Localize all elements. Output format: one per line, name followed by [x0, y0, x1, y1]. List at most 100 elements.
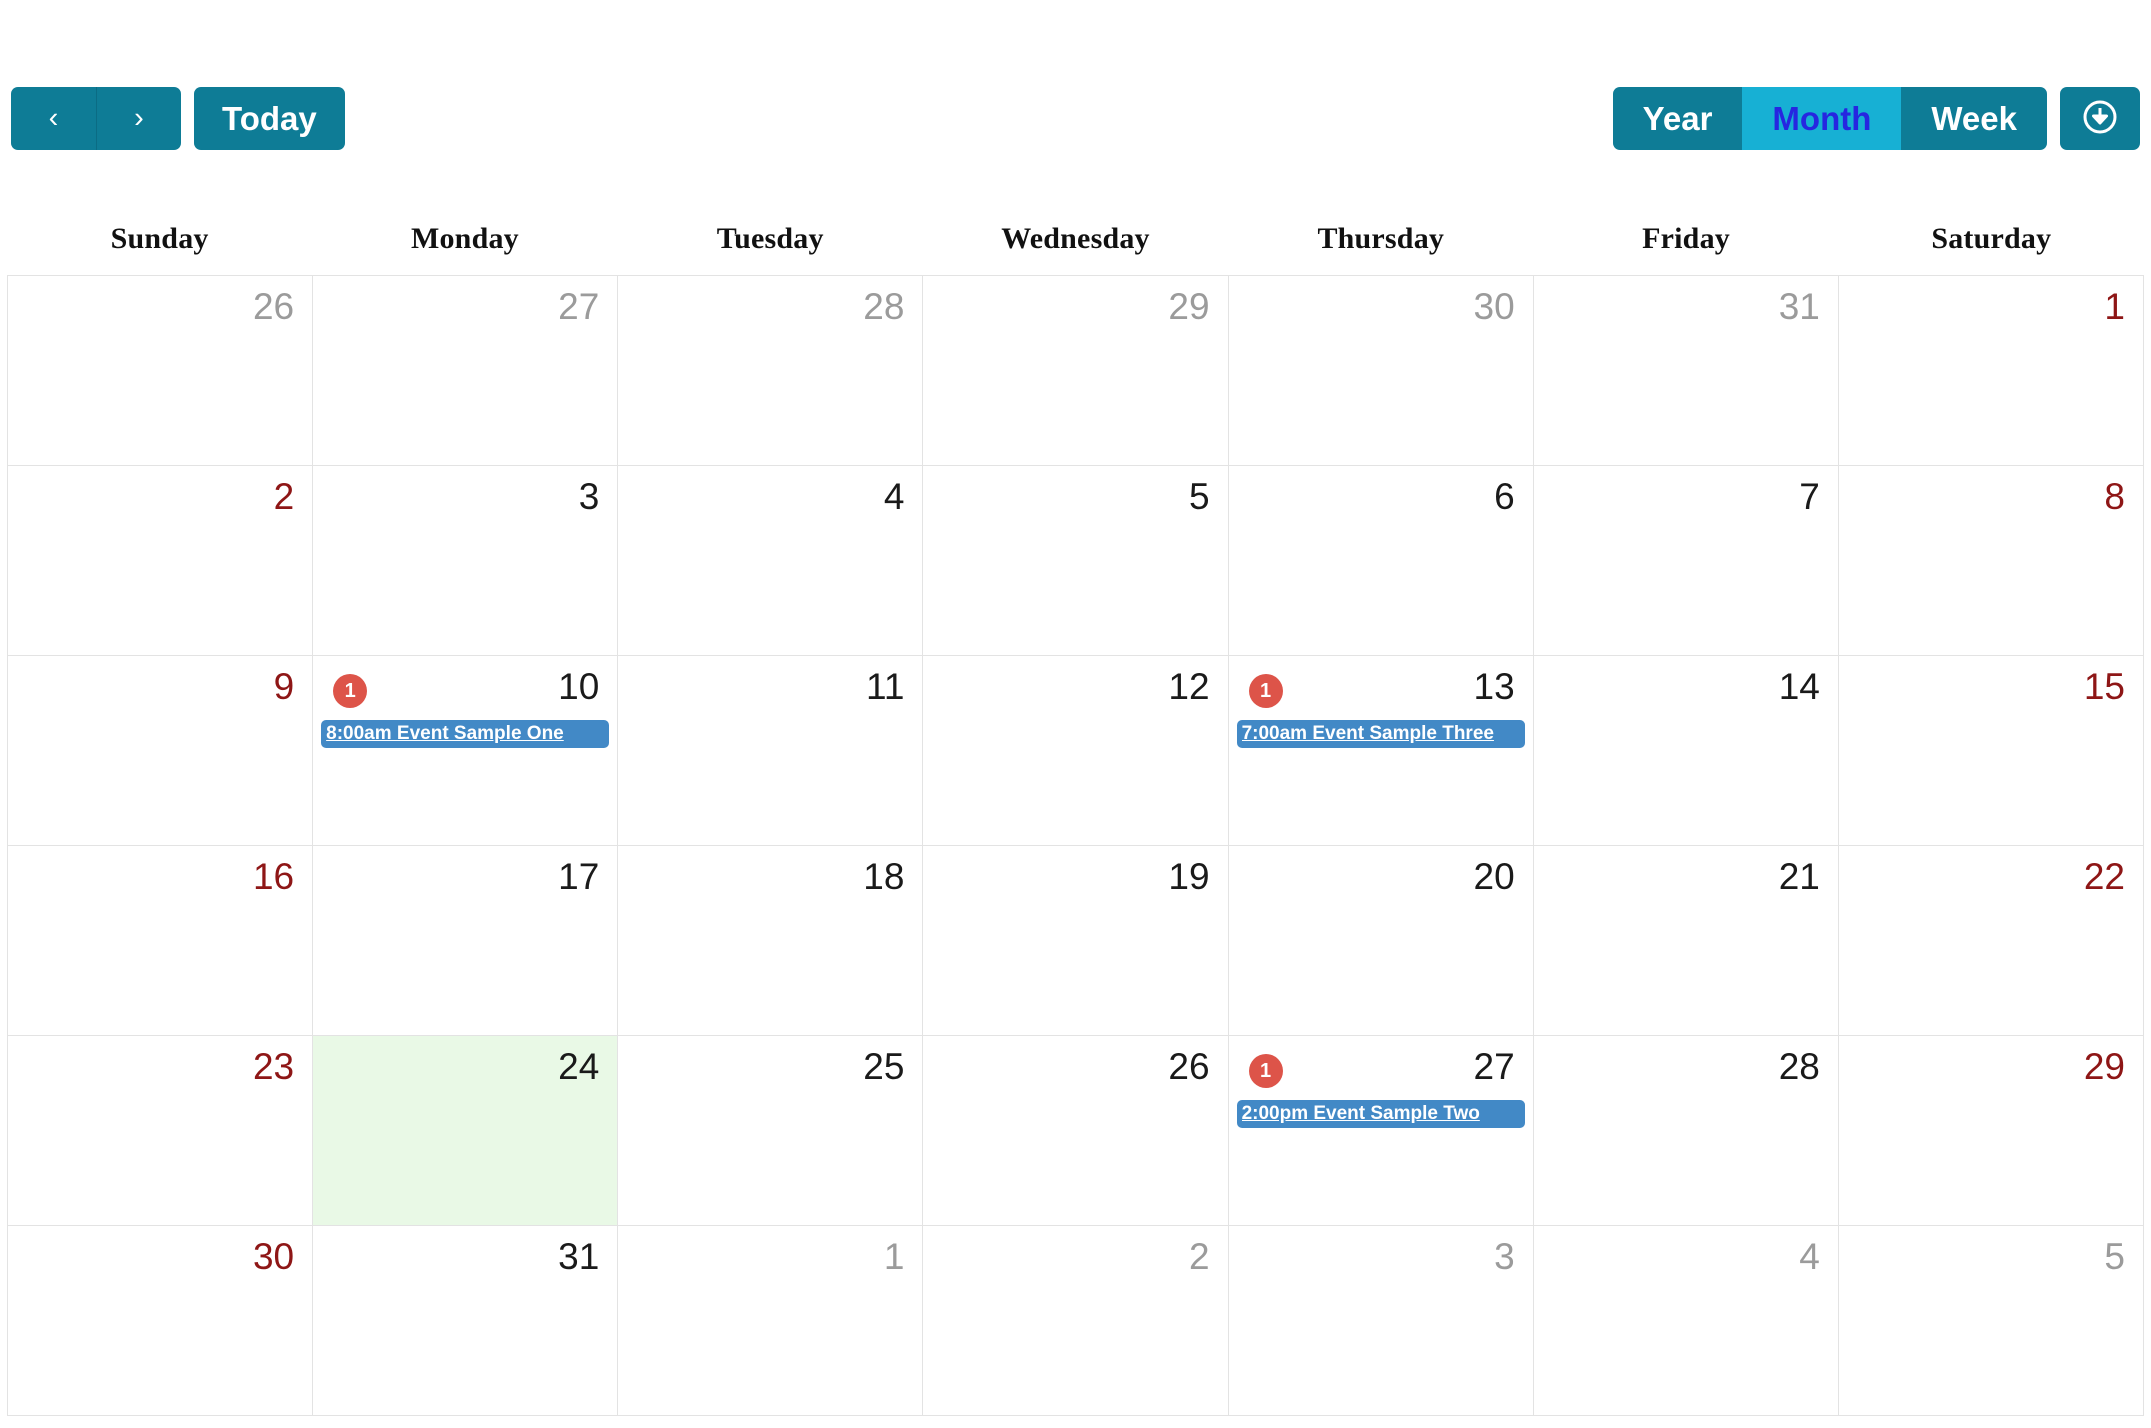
day-number: 12: [1168, 666, 1210, 707]
calendar-day-cell[interactable]: 21: [1533, 846, 1839, 1036]
calendar-day-cell[interactable]: 17: [313, 846, 619, 1036]
calendar-week-row: 9 1 10 8:00am Event Sample One 11 12 1 13 7:00am…: [8, 656, 2144, 846]
nav-button-group: ‹ ›: [11, 87, 181, 150]
calendar-day-cell[interactable]: 5: [1838, 1226, 2144, 1416]
calendar-day-cell[interactable]: 25: [618, 1036, 924, 1226]
calendar-event-label: 8:00am Event Sample One: [326, 723, 564, 744]
calendar-day-cell[interactable]: 26: [8, 276, 314, 466]
calendar-day-cell[interactable]: 3: [1228, 1226, 1534, 1416]
event-count-badge[interactable]: 1: [333, 674, 368, 708]
calendar-event-label: 2:00pm Event Sample Two: [1241, 1103, 1480, 1124]
event-count-badge[interactable]: 1: [1248, 674, 1283, 708]
download-button[interactable]: [2060, 87, 2140, 150]
calendar-day-cell[interactable]: 1 10 8:00am Event Sample One: [313, 656, 619, 846]
day-header-tuesday: Tuesday: [716, 222, 824, 255]
day-number: 19: [1168, 856, 1210, 897]
calendar-day-cell[interactable]: 9: [8, 656, 314, 846]
calendar-day-cell[interactable]: 30: [8, 1226, 314, 1416]
calendar-event[interactable]: 7:00am Event Sample Three: [1236, 720, 1525, 748]
calendar-day-cell[interactable]: 5: [923, 466, 1229, 656]
day-number: 24: [558, 1046, 600, 1087]
day-number: 23: [252, 1046, 295, 1087]
calendar-month-view: Sunday Monday Tuesday Wednesday Thursday…: [7, 203, 2144, 1416]
view-button-year[interactable]: Year: [1612, 87, 1743, 150]
calendar-day-cell[interactable]: 8: [1838, 466, 2144, 656]
day-number: 10: [558, 666, 600, 707]
calendar-day-cell[interactable]: 18: [618, 846, 924, 1036]
calendar-day-cell[interactable]: 29: [1838, 1036, 2144, 1226]
day-header-thursday: Thursday: [1317, 222, 1445, 255]
day-header-saturday: Saturday: [1931, 222, 2052, 255]
day-number: 7: [1799, 476, 1820, 517]
day-number: 14: [1778, 666, 1820, 707]
calendar-day-cell[interactable]: 1 13 7:00am Event Sample Three: [1228, 656, 1534, 846]
calendar-week-row: 30 31 1 2 3 4 5: [8, 1226, 2144, 1416]
day-number: 18: [863, 856, 905, 897]
toolbar-right-group: Year Month Week: [1612, 87, 2140, 150]
calendar-grid: 26 27 28 29 30 31 1 2 3 4 5 6 7 8 9 1 10 8:00am Event Sam…: [7, 275, 2144, 1416]
calendar-day-cell[interactable]: 15: [1838, 656, 2144, 846]
calendar-day-cell[interactable]: 4: [618, 466, 924, 656]
calendar-week-row: 16 17 18 19 20 21 22: [8, 846, 2144, 1036]
calendar-day-cell[interactable]: 4: [1533, 1226, 1839, 1416]
day-number: 17: [558, 856, 600, 897]
calendar-day-cell[interactable]: 28: [1533, 1036, 1839, 1226]
view-button-week[interactable]: Week: [1901, 87, 2047, 150]
calendar-day-cell[interactable]: 11: [618, 656, 924, 846]
day-number: 29: [2083, 1046, 2125, 1087]
today-button[interactable]: Today: [194, 87, 345, 150]
day-number: 5: [1188, 476, 1210, 517]
event-count-badge[interactable]: 1: [1248, 1054, 1283, 1088]
calendar-day-cell[interactable]: 2: [923, 1226, 1229, 1416]
calendar-day-cell[interactable]: 31: [313, 1226, 619, 1416]
view-button-month[interactable]: Month: [1742, 87, 1902, 150]
calendar-day-cell[interactable]: 2: [8, 466, 314, 656]
day-number: 16: [252, 856, 295, 897]
calendar-day-cell[interactable]: 3: [313, 466, 619, 656]
day-number: 28: [863, 286, 905, 327]
calendar-day-cell[interactable]: 30: [1228, 276, 1534, 466]
calendar-event[interactable]: 8:00am Event Sample One: [321, 720, 610, 748]
next-period-button[interactable]: ›: [96, 87, 181, 150]
day-number: 26: [252, 286, 295, 327]
calendar-day-cell[interactable]: 7: [1533, 466, 1839, 656]
calendar-day-cell[interactable]: 31: [1533, 276, 1839, 466]
day-number: 20: [1473, 856, 1515, 897]
day-number: 30: [252, 1236, 295, 1277]
day-number: 26: [1168, 1046, 1210, 1087]
calendar-day-cell[interactable]: 1: [1838, 276, 2144, 466]
calendar-day-cell[interactable]: 16: [8, 846, 314, 1036]
calendar-event[interactable]: 2:00pm Event Sample Two: [1236, 1100, 1525, 1128]
calendar-day-cell[interactable]: 1: [618, 1226, 924, 1416]
day-number: 31: [558, 1236, 600, 1277]
calendar-day-cell[interactable]: 6: [1228, 466, 1534, 656]
day-number: 27: [558, 286, 600, 327]
day-number: 6: [1494, 476, 1515, 517]
day-header-sunday: Sunday: [110, 222, 209, 255]
previous-period-button[interactable]: ‹: [11, 87, 96, 150]
calendar-day-cell[interactable]: 29: [923, 276, 1229, 466]
calendar-day-cell[interactable]: 19: [923, 846, 1229, 1036]
download-circle-icon: [2081, 98, 2119, 139]
day-number: 8: [2104, 476, 2125, 517]
calendar-day-cell[interactable]: 22: [1838, 846, 2144, 1036]
day-number: 2: [1188, 1236, 1210, 1277]
calendar-day-cell[interactable]: 1 27 2:00pm Event Sample Two: [1228, 1036, 1534, 1226]
calendar-day-cell[interactable]: 26: [923, 1036, 1229, 1226]
calendar-day-cell[interactable]: 14: [1533, 656, 1839, 846]
calendar-day-cell[interactable]: 23: [8, 1036, 314, 1226]
calendar-day-cell-today[interactable]: 24: [313, 1036, 619, 1226]
calendar-day-cell[interactable]: 27: [313, 276, 619, 466]
day-number: 2: [273, 476, 295, 517]
calendar-day-cell[interactable]: 12: [923, 656, 1229, 846]
day-number: 13: [1473, 666, 1515, 707]
calendar-week-row: 23 24 25 26 1 27 2:00pm Event Sample Two 28 29: [8, 1036, 2144, 1226]
calendar-day-cell[interactable]: 20: [1228, 846, 1534, 1036]
calendar-day-cell[interactable]: 28: [618, 276, 924, 466]
calendar-event-label: 7:00am Event Sample Three: [1241, 723, 1494, 744]
day-number: 30: [1473, 286, 1515, 327]
day-number: 22: [2083, 856, 2125, 897]
day-number: 4: [1799, 1236, 1820, 1277]
day-number: 3: [1494, 1236, 1515, 1277]
day-number: 11: [866, 666, 905, 707]
